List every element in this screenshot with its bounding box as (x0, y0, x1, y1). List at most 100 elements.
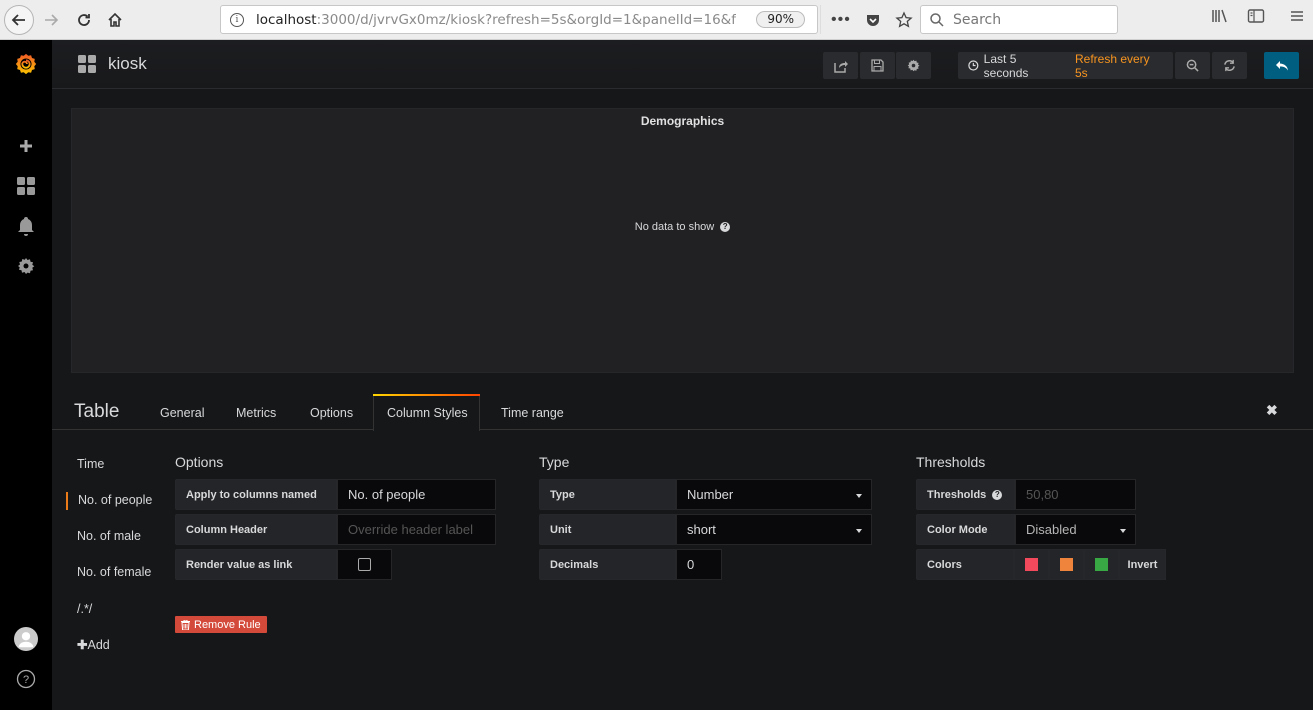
sidebar-toggle-icon[interactable] (1247, 8, 1265, 24)
color-swatch-orange (1060, 558, 1073, 571)
create-plus-icon[interactable] (14, 134, 38, 158)
thresholds-input[interactable]: 50,80 (1015, 479, 1136, 510)
grafana-logo[interactable] (14, 52, 38, 76)
editor-panel-type-title: Table (74, 401, 120, 422)
alerting-bell-icon[interactable] (14, 214, 38, 238)
color-picker-2[interactable] (1049, 549, 1084, 580)
type-label: Type (539, 479, 676, 510)
arrow-left-icon (11, 14, 25, 26)
tab-general[interactable]: General (147, 395, 217, 430)
help-question-icon[interactable]: ? (14, 667, 38, 691)
close-editor-icon[interactable]: ✖ (1266, 402, 1278, 419)
dashboard-navbar: kiosk Last 5 seconds Refresh every 5s (52, 40, 1313, 89)
unit-label: Unit (539, 514, 676, 545)
dashboard-grid-icon (78, 55, 96, 73)
color-mode-row: Color Mode Disabled (916, 514, 1136, 545)
plus-icon: ✚ (77, 638, 88, 652)
info-icon[interactable]: i (230, 12, 244, 27)
search-icon (930, 12, 944, 27)
question-circle-icon[interactable]: ? (720, 222, 731, 233)
editor-header: Table General Metrics Options Column Sty… (52, 390, 1313, 431)
panel-title[interactable]: Demographics (72, 114, 1293, 128)
unit-select[interactable]: short (676, 514, 872, 545)
refresh-dashboard-button[interactable] (1212, 52, 1247, 79)
decimals-row: Decimals 0 (539, 549, 722, 580)
decimals-input[interactable]: 0 (676, 549, 722, 580)
color-picker-3[interactable] (1084, 549, 1119, 580)
dashboard-title-link[interactable]: kiosk (78, 54, 147, 74)
caret-down-icon (856, 529, 862, 533)
unit-row: Unit short (539, 514, 872, 545)
caret-down-icon (1120, 529, 1126, 533)
url-text[interactable]: localhost:3000/d/jvrvGx0mz/kiosk?refresh… (256, 12, 736, 28)
zoom-level-badge[interactable]: 90% (756, 11, 805, 28)
question-circle-icon[interactable]: ? (992, 489, 1003, 500)
apply-to-columns-input[interactable]: No. of people (337, 479, 496, 510)
options-section-title: Options (175, 454, 224, 470)
clock-icon (968, 60, 979, 71)
no-data-message: No data to show? (72, 221, 1293, 233)
apply-to-columns-row: Apply to columns named No. of people (175, 479, 496, 510)
thresholds-row: Thresholds ? 50,80 (916, 479, 1136, 510)
column-style-item-time[interactable]: Time (77, 457, 104, 471)
color-mode-select[interactable]: Disabled (1015, 514, 1136, 545)
settings-icon (907, 59, 920, 72)
column-header-row: Column Header Override header label (175, 514, 496, 545)
time-picker-button[interactable]: Last 5 seconds Refresh every 5s (958, 52, 1173, 80)
tab-time-range[interactable]: Time range (488, 395, 577, 430)
color-picker-1[interactable] (1014, 549, 1049, 580)
thresholds-section-title: Thresholds (916, 454, 986, 470)
browser-search-input[interactable] (953, 11, 1113, 28)
forward-button[interactable] (37, 6, 65, 34)
page-actions: ••• (820, 5, 913, 34)
url-bar[interactable]: i localhost:3000/d/jvrvGx0mz/kiosk?refre… (220, 5, 818, 34)
configuration-gear-icon[interactable] (14, 254, 38, 278)
render-link-checkbox-cell (337, 549, 392, 580)
type-select[interactable]: Number (676, 479, 872, 510)
save-dashboard-button[interactable] (860, 52, 895, 79)
color-swatch-green (1095, 558, 1108, 571)
render-link-checkbox[interactable] (358, 558, 371, 571)
tab-metrics[interactable]: Metrics (223, 395, 289, 430)
share-dashboard-button[interactable] (823, 52, 858, 79)
dashboard-settings-button[interactable] (896, 52, 931, 79)
back-to-dashboard-button[interactable] (1264, 52, 1299, 79)
column-style-item-no-of-female[interactable]: No. of female (77, 565, 151, 579)
user-avatar-icon[interactable] (14, 627, 38, 651)
arrow-right-icon (45, 14, 59, 26)
pocket-icon[interactable] (865, 12, 881, 28)
bookmark-star-icon[interactable] (895, 10, 913, 29)
browser-right-tools (1211, 8, 1305, 24)
save-icon (871, 59, 884, 72)
apply-to-columns-label: Apply to columns named (175, 479, 337, 510)
hamburger-menu-icon[interactable] (1289, 8, 1305, 24)
column-style-item-no-of-people[interactable]: No. of people (65, 492, 152, 510)
column-style-item-regex-all[interactable]: /.*/ (77, 602, 92, 616)
remove-rule-button[interactable]: Remove Rule (175, 616, 267, 633)
type-row: Type Number (539, 479, 872, 510)
back-button[interactable] (4, 5, 34, 35)
reload-button[interactable] (70, 6, 98, 34)
more-actions-icon[interactable]: ••• (831, 11, 851, 29)
dashboards-apps-icon[interactable] (14, 174, 38, 198)
caret-down-icon (856, 494, 862, 498)
reply-arrow-icon (1275, 60, 1288, 70)
side-menu: ? (0, 40, 52, 710)
add-column-style-button[interactable]: ✚Add (77, 637, 110, 652)
home-button[interactable] (101, 6, 129, 34)
colors-row: Colors Invert (916, 549, 1166, 580)
type-section-title: Type (539, 454, 570, 470)
column-style-item-no-of-male[interactable]: No. of male (77, 529, 141, 543)
zoom-out-button[interactable] (1175, 52, 1210, 79)
library-icon[interactable] (1211, 8, 1229, 24)
reload-icon (78, 14, 90, 26)
tab-column-styles[interactable]: Column Styles (374, 395, 481, 430)
browser-search-box[interactable] (920, 5, 1118, 34)
refresh-icon (1224, 59, 1235, 72)
tab-options[interactable]: Options (297, 395, 366, 430)
invert-colors-button[interactable]: Invert (1119, 549, 1166, 580)
grafana-logo-icon (15, 53, 37, 75)
column-header-input[interactable]: Override header label (337, 514, 496, 545)
colors-label: Colors (916, 549, 1014, 580)
home-icon (108, 12, 122, 27)
